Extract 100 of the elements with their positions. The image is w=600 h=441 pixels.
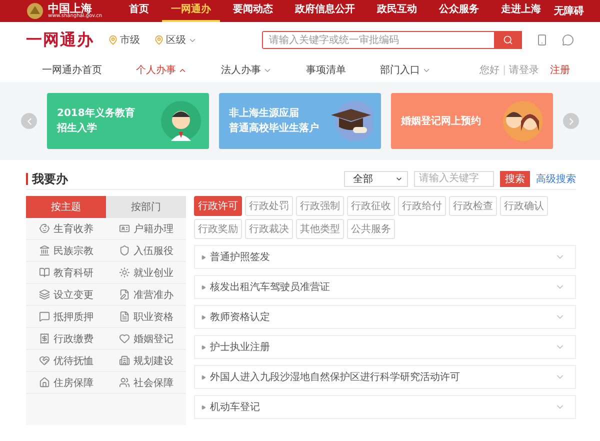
- location-pin-icon: [154, 35, 164, 45]
- filter-tag[interactable]: 行政检查: [449, 196, 497, 216]
- search-icon: [503, 35, 513, 45]
- emblem-icon: [26, 2, 44, 20]
- filter-tag[interactable]: 行政奖励: [194, 219, 242, 239]
- service-item-title: 机动车登记: [210, 400, 261, 414]
- top-nav-link[interactable]: 政府信息公开: [286, 0, 364, 22]
- main-nav-link[interactable]: 个人办事: [136, 63, 187, 77]
- top-nav-link[interactable]: 一网通办: [162, 0, 220, 22]
- brand-title: 一网通办: [26, 30, 94, 50]
- banner-caption: 婚姻登记网上预约: [401, 114, 481, 128]
- id-card-icon: [118, 223, 130, 234]
- region-selector[interactable]: 区级: [154, 33, 197, 47]
- main-nav-link[interactable]: 事项清单: [306, 63, 346, 77]
- house-icon: [38, 377, 50, 388]
- banner-caption: 2018年义务教育 招生入学: [57, 106, 135, 136]
- banner-caption: 非上海生源应届 普通高校毕业生落户: [229, 106, 319, 136]
- heart-icon: [118, 333, 130, 344]
- topic-link[interactable]: 职业资格: [106, 306, 186, 328]
- shield-icon: [118, 245, 130, 256]
- filter-tag[interactable]: 公共服务: [347, 219, 395, 239]
- bullet-triangle-icon: [201, 374, 206, 380]
- search-button[interactable]: 搜索: [500, 170, 530, 186]
- previous-button[interactable]: [21, 113, 37, 129]
- layers-icon: [38, 289, 50, 300]
- service-item-title: 核发出租汽车驾驶员准营证: [210, 280, 331, 294]
- top-nav-link[interactable]: 公众服务: [430, 0, 488, 22]
- topic-link[interactable]: 婚姻登记: [106, 328, 186, 350]
- filter-tag[interactable]: 行政征收: [347, 196, 395, 216]
- heart-hand-icon: [38, 355, 50, 366]
- filter-tag[interactable]: 行政处罚: [245, 196, 293, 216]
- scope-dropdown[interactable]: 全部: [344, 170, 408, 186]
- panel-tab[interactable]: 按部门: [106, 196, 186, 218]
- bullet-triangle-icon: [201, 404, 206, 410]
- service-item-row[interactable]: 机动车登记: [194, 395, 576, 419]
- location-pin-icon: [108, 35, 118, 45]
- top-nav-link[interactable]: 首页: [120, 0, 158, 22]
- topic-link[interactable]: 住房保障: [26, 372, 106, 394]
- keyword-input[interactable]: 请输入关键字: [414, 170, 494, 186]
- service-item-title: 外国人进入九段沙湿地自然保护区进行科学研究活动许可: [210, 370, 461, 384]
- top-nav-link[interactable]: 政民互动: [368, 0, 426, 22]
- service-item-row[interactable]: 核发出租汽车驾驶员准营证: [194, 275, 576, 299]
- document-edit-icon: [118, 289, 130, 300]
- service-item-row[interactable]: 外国人进入九段沙湿地自然保护区进行科学研究活动许可: [194, 365, 576, 389]
- topic-link[interactable]: 户籍办理: [106, 218, 186, 240]
- book-icon: [38, 267, 50, 278]
- greeting-text: 您好: [480, 64, 500, 77]
- topic-link[interactable]: 社会保障: [106, 372, 186, 394]
- building-icon: [38, 245, 50, 256]
- main-nav-link[interactable]: 一网通办首页: [42, 63, 102, 77]
- topic-link[interactable]: 规划建设: [106, 350, 186, 372]
- topic-link[interactable]: 抵押质押: [26, 306, 106, 328]
- bullet-triangle-icon: [201, 284, 206, 290]
- filter-tag[interactable]: 行政裁决: [245, 219, 293, 239]
- main-nav-link[interactable]: 法人办事: [221, 63, 272, 77]
- phone-icon[interactable]: [536, 34, 548, 46]
- register-link[interactable]: 注册: [550, 63, 570, 77]
- service-item-title: 教师资格认定: [210, 310, 271, 324]
- filter-tag[interactable]: 行政许可: [194, 196, 242, 216]
- main-nav-link[interactable]: 部门入口: [380, 63, 431, 77]
- region-selector[interactable]: 市级: [108, 33, 140, 47]
- people-icon: [118, 377, 130, 388]
- buildings-icon: [118, 355, 130, 366]
- receipt-icon: [38, 333, 50, 344]
- top-nav-link[interactable]: 走进上海: [492, 0, 550, 22]
- service-item-row[interactable]: 教师资格认定: [194, 305, 576, 329]
- topic-link[interactable]: 入伍服役: [106, 240, 186, 262]
- filter-tag[interactable]: 行政强制: [296, 196, 344, 216]
- advanced-search-link[interactable]: 高级搜索: [536, 172, 576, 186]
- bullet-triangle-icon: [201, 314, 206, 320]
- topic-link[interactable]: 教育科研: [26, 262, 106, 284]
- baby-icon: [38, 223, 50, 234]
- next-button[interactable]: [563, 113, 579, 129]
- search-field[interactable]: 请输入关键字或统一审批编码: [262, 31, 522, 49]
- filter-tag[interactable]: 行政给付: [398, 196, 446, 216]
- topic-link[interactable]: 行政缴费: [26, 328, 106, 350]
- topic-link[interactable]: 民族宗教: [26, 240, 106, 262]
- topic-link[interactable]: 生育收养: [26, 218, 106, 240]
- service-item-title: 普通护照签发: [210, 250, 271, 264]
- cartoon-boy-drawing: [161, 101, 201, 141]
- graduation-cap-drawing: [329, 101, 373, 141]
- filter-tag[interactable]: 其他类型: [296, 219, 344, 239]
- topic-link[interactable]: 就业创业: [106, 262, 186, 284]
- topic-link[interactable]: 优待抚恤: [26, 350, 106, 372]
- search-button[interactable]: [494, 31, 522, 49]
- bullet-triangle-icon: [201, 254, 206, 260]
- separator-text: |: [502, 64, 506, 76]
- service-item-row[interactable]: 普通护照签发: [194, 245, 576, 269]
- document-icon: [118, 311, 130, 322]
- top-nav-link[interactable]: 要闻动态: [224, 0, 282, 22]
- topic-link[interactable]: 设立变更: [26, 284, 106, 306]
- bullet-triangle-icon: [201, 344, 206, 350]
- chat-bubble-icon[interactable]: [562, 34, 574, 46]
- chat-icon: [38, 311, 50, 322]
- login-link[interactable]: 请登录: [509, 63, 539, 77]
- panel-tab[interactable]: 按主题: [26, 196, 106, 218]
- topic-link[interactable]: 准营准办: [106, 284, 186, 306]
- filter-tag[interactable]: 行政确认: [500, 196, 548, 216]
- accessibility-link[interactable]: 无障碍: [554, 4, 584, 18]
- service-item-row[interactable]: 护士执业注册: [194, 335, 576, 359]
